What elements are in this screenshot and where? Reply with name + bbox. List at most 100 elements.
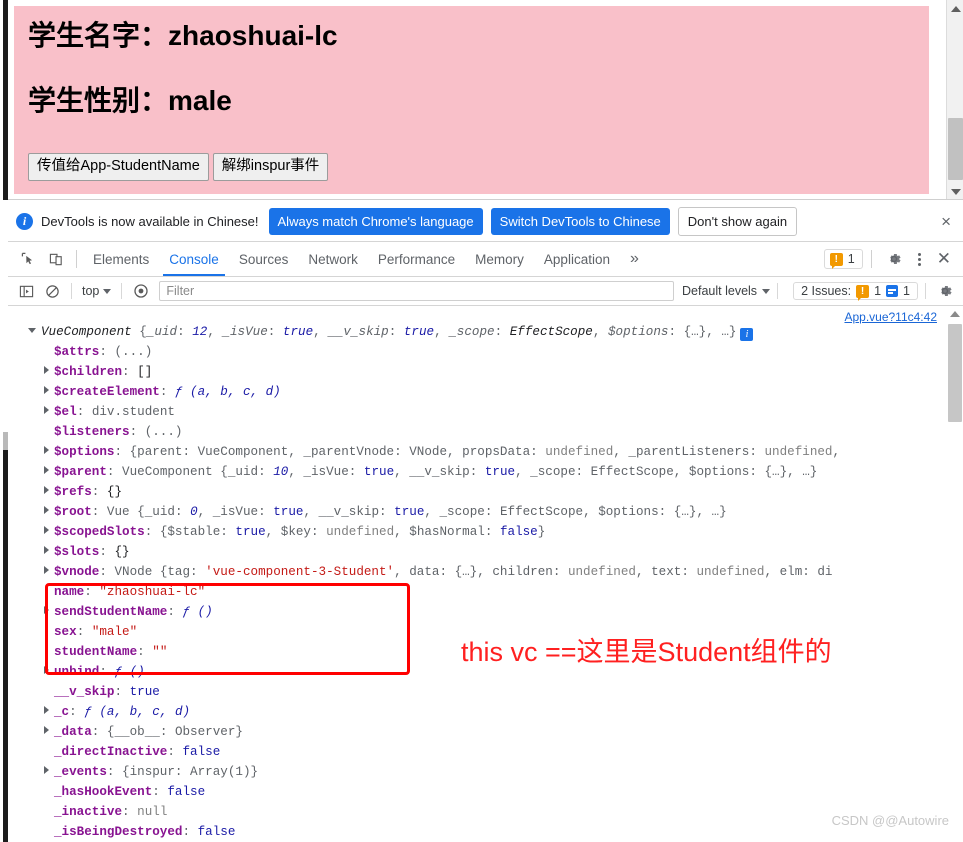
page-scrollbar-thumb[interactable] [948,118,963,180]
console-property-row[interactable]: $options: {parent: VueComponent, _parent… [14,442,963,462]
console-property-row[interactable]: $scopedSlots: {$stable: true, $key: unde… [14,522,963,542]
execution-context-value: top [82,284,100,298]
console-property-row[interactable]: _inactive: null [14,802,963,822]
warning-icon: ! [856,284,870,301]
student-component: 学生名字：zhaoshuai-lc 学生性别：male 传值给App-Stude… [14,6,929,194]
console-property-row[interactable]: _hasHookEvent: false [14,782,963,802]
switch-to-chinese-button[interactable]: Switch DevTools to Chinese [490,207,670,235]
console-property-row[interactable]: __v_skip: true [14,682,963,702]
console-property-row[interactable]: VueComponent {_uid: 12, _isVue: true, __… [14,322,963,342]
console-property-row[interactable]: $listeners: (...) [14,422,963,442]
close-devtools-icon[interactable]: ✕ [931,249,957,269]
student-sex-label: 学生性别： [28,85,169,117]
console-property-row[interactable]: name: "zhaoshuai-lc" [14,582,963,602]
console-log-group: VueComponent {_uid: 12, _isVue: true, __… [8,306,963,842]
devtools-tabbar: Elements Console Sources Network Perform… [8,242,963,277]
chevron-down-icon [762,288,771,294]
console-property-row[interactable]: _c: ƒ (a, b, c, d) [14,702,963,722]
disclosure-triangle-icon[interactable] [44,766,49,774]
disclosure-triangle-icon[interactable] [44,726,49,734]
console-property-row[interactable]: $refs: {} [14,482,963,502]
issues-warning-count: 1 [874,284,882,298]
execution-context-selector[interactable]: top [79,284,114,298]
disclosure-triangle-icon[interactable] [44,506,49,514]
dont-show-again-button[interactable]: Don't show again [677,206,798,236]
screenshot-root: 学生名字：zhaoshuai-lc 学生性别：male 传值给App-Stude… [0,0,963,842]
console-property-row[interactable]: $children: [] [14,362,963,382]
console-property-row[interactable]: $vnode: VNode {tag: 'vue-component-3-Stu… [14,562,963,582]
tab-sources[interactable]: Sources [229,244,299,275]
console-property-row[interactable]: $el: div.student [14,402,963,422]
more-tabs-icon[interactable]: » [620,246,649,272]
console-filter-input[interactable] [159,281,675,301]
student-name-value: zhaoshuai-lc [168,20,338,51]
console-property-row[interactable]: _isBeingDestroyed: false [14,822,963,842]
disclosure-triangle-icon[interactable] [44,366,49,374]
tab-application[interactable]: Application [534,244,620,275]
console-property-row[interactable]: $root: Vue {_uid: 0, _isVue: true, __v_s… [14,502,963,522]
disclosure-triangle-icon[interactable] [44,566,49,574]
console-property-row[interactable]: _events: {inspur: Array(1)} [14,762,963,782]
console-settings-gear-icon[interactable] [933,280,957,302]
tab-memory[interactable]: Memory [465,244,534,275]
student-sex-value: male [168,85,232,117]
console-source-link[interactable]: App.vue?11c4:42 [844,307,937,327]
disclosure-triangle-icon[interactable] [44,526,49,534]
disclosure-triangle-icon[interactable] [44,606,49,614]
issues-chip[interactable]: 2 Issues: ! 1 1 [793,282,918,301]
console-property-row[interactable]: $createElement: ƒ (a, b, c, d) [14,382,963,402]
info-message-icon [886,285,899,297]
disclosure-triangle-icon[interactable] [44,486,49,494]
console-scrollbar-thumb[interactable] [948,324,962,422]
clear-console-icon[interactable] [40,280,64,302]
disclosure-triangle-icon[interactable] [28,328,36,333]
devtools-language-banner: i DevTools is now available in Chinese! … [8,201,963,242]
more-options-icon[interactable] [910,249,929,270]
console-property-row[interactable]: _directInactive: false [14,742,963,762]
scroll-down-arrow-icon[interactable] [947,183,963,199]
student-name-line: 学生名字：zhaoshuai-lc [28,20,929,52]
console-scrollbar[interactable] [947,306,963,842]
console-property-row[interactable]: $slots: {} [14,542,963,562]
banner-message: DevTools is now available in Chinese! [41,213,259,229]
tab-elements[interactable]: Elements [83,244,159,275]
send-student-name-button[interactable]: 传值给App-StudentName [28,153,209,182]
console-property-row[interactable]: $parent: VueComponent {_uid: 10, _isVue:… [14,462,963,482]
settings-gear-icon[interactable] [880,245,908,273]
issues-label: 2 Issues: [801,284,852,298]
disclosure-triangle-icon[interactable] [44,546,49,554]
tab-network[interactable]: Network [298,244,368,275]
student-button-row: 传值给App-StudentName 解绑inspur事件 [28,153,929,182]
console-sidebar-icon[interactable] [14,280,38,302]
log-levels-value: Default levels [682,284,758,298]
tab-console[interactable]: Console [159,244,229,276]
console-toolbar: top Default levels 2 Issues: ! 1 1 [8,277,963,306]
close-icon[interactable]: × [937,213,955,230]
inspect-element-icon[interactable] [14,245,42,273]
disclosure-triangle-icon[interactable] [44,386,49,394]
disclosure-triangle-icon[interactable] [44,446,49,454]
device-toolbar-icon[interactable] [42,245,70,273]
disclosure-triangle-icon[interactable] [44,406,49,414]
issues-info-count: 1 [903,284,910,298]
console-property-row[interactable]: $attrs: (...) [14,342,963,362]
log-levels-selector[interactable]: Default levels [682,284,771,298]
live-expression-icon[interactable] [129,280,153,302]
student-sex-line: 学生性别：male [28,85,929,117]
console-scroll-up-icon[interactable] [947,306,963,322]
always-match-language-button[interactable]: Always match Chrome's language [268,207,483,235]
warning-count-chip[interactable]: ! 1 [823,249,863,269]
info-icon: i [16,212,33,230]
disclosure-triangle-icon[interactable] [44,466,49,474]
page-scrollbar[interactable] [946,0,963,199]
console-property-row[interactable]: sendStudentName: ƒ () [14,602,963,622]
watermark: CSDN @@Autowire [831,813,949,828]
console-property-row[interactable]: _data: {__ob__: Observer} [14,722,963,742]
disclosure-triangle-icon[interactable] [44,706,49,714]
tab-performance[interactable]: Performance [368,244,465,275]
unbind-inspur-button[interactable]: 解绑inspur事件 [212,153,329,182]
disclosure-triangle-icon[interactable] [44,666,49,674]
chevron-down-icon [103,288,112,294]
console-output[interactable]: App.vue?11c4:42 VueComponent {_uid: 12, … [8,306,963,842]
scroll-up-arrow-icon[interactable] [947,0,963,17]
